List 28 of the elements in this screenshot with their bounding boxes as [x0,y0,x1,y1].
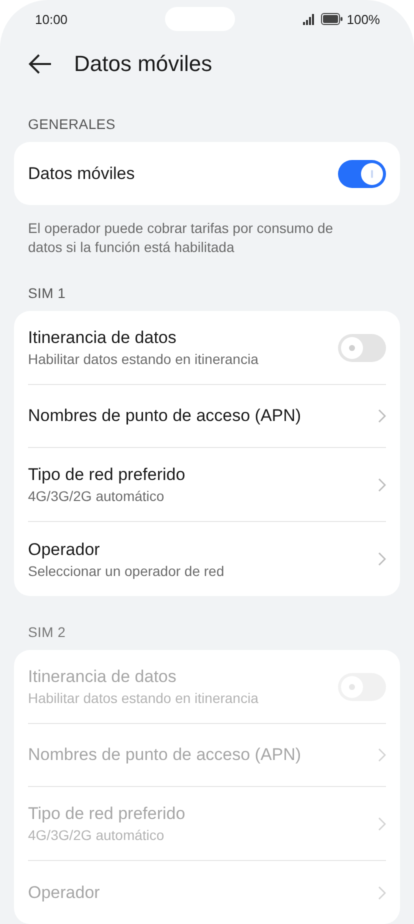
signal-icon [302,14,317,25]
status-time: 10:00 [35,12,68,27]
setting-title[interactable]: Datos móviles [28,164,135,184]
section-heading: GENERALES [27,115,116,134]
battery-icon [320,13,343,26]
chevron-icon [378,478,386,492]
info-note: El operador puede cobrar tarifas por consumo de datos si la función está habilitada [27,219,334,257]
chevron-icon [378,816,386,830]
setting-title[interactable]: Operador [28,540,224,560]
toggle-switch[interactable] [338,334,386,362]
setting-subtitle: Seleccionar un operador de red [28,562,224,578]
setting-title[interactable]: Tipo de red preferido [28,465,186,485]
battery-percent: 100% [346,12,380,27]
chevron-icon [378,409,386,423]
toggle-switch[interactable] [338,160,386,188]
setting-subtitle: 4G/3G/2G automático [28,488,166,504]
setting-subtitle: Habilitar datos estando en itinerancia [28,690,258,706]
section-heading: SIM 2 [27,623,67,642]
setting-title[interactable]: Nombres de punto de acceso (APN) [28,406,302,426]
setting-subtitle: Habilitar datos estando en itinerancia [28,351,258,367]
chevron-icon [378,748,386,762]
page-title: Datos móviles [74,50,212,77]
back-arrow-icon[interactable] [28,54,52,74]
chevron-icon [378,886,386,900]
chevron-icon [378,552,386,566]
setting-title[interactable]: Itinerancia de datos [28,328,258,348]
section-heading: SIM 1 [27,284,67,303]
setting-subtitle: 4G/3G/2G automático [28,827,166,843]
